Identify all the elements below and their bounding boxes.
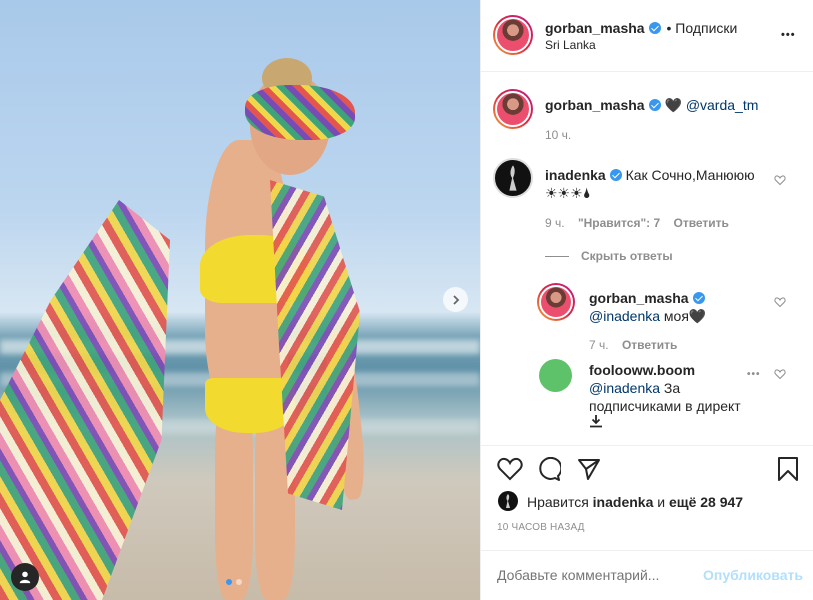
follow-separator: • — [666, 20, 672, 36]
post-side-panel: gorban_masha • Подписки Sri Lanka ••• go… — [480, 0, 813, 600]
verified-icon — [609, 169, 622, 181]
tagged-users-button[interactable] — [11, 563, 39, 591]
post-modal: gorban_masha • Подписки Sri Lanka ••• go… — [0, 0, 813, 600]
reply-meta: 7 ч. Ответить — [589, 338, 677, 352]
post-location[interactable]: Sri Lanka — [545, 38, 596, 52]
reply-2: foolooww.boom @inadenka За подписчиками … — [589, 361, 759, 415]
like-reply-icon[interactable] — [774, 296, 786, 308]
comment-likes[interactable]: "Нравится": 7 — [578, 216, 660, 230]
post-photo[interactable] — [0, 0, 480, 600]
reply-2-username[interactable]: foolooww.boom — [589, 362, 695, 378]
reply-button[interactable]: Ответить — [673, 216, 728, 230]
bookmark-icon[interactable] — [777, 457, 799, 481]
reply-avatar-2[interactable] — [539, 359, 572, 392]
likes-count[interactable]: ещё 28 947 — [669, 494, 743, 510]
reply-reply-button[interactable]: Ответить — [622, 338, 677, 352]
comment-icon[interactable] — [537, 457, 561, 481]
reply-time[interactable]: 7 ч. — [589, 338, 609, 352]
likes-summary: Нравится inadenka и ещё 28 947 — [527, 494, 743, 510]
author-username[interactable]: gorban_masha — [545, 20, 645, 36]
like-icon[interactable] — [497, 457, 523, 481]
likes-user[interactable]: inadenka — [593, 494, 654, 510]
hide-replies-button[interactable]: Скрыть ответы — [545, 249, 673, 263]
author-avatar[interactable] — [493, 15, 533, 55]
comment-time[interactable]: 9 ч. — [545, 216, 565, 230]
comment-text: Как Сочно,Манююю — [625, 167, 755, 183]
hide-replies-label: Скрыть ответы — [581, 249, 673, 263]
chevron-right-icon — [452, 294, 459, 305]
caption-avatar[interactable] — [493, 89, 533, 129]
caption-username[interactable]: gorban_masha — [545, 97, 645, 113]
reply-2-text: За — [660, 380, 681, 396]
like-comment-icon[interactable] — [774, 174, 786, 186]
reply-2-more-button[interactable]: ••• — [747, 369, 761, 380]
reply-username[interactable]: gorban_masha — [589, 290, 689, 306]
verified-icon — [648, 99, 661, 111]
verified-icon — [648, 22, 661, 34]
likes-prefix: Нравится — [527, 494, 589, 510]
add-comment-bar: Опубликовать — [481, 550, 813, 600]
comment-input[interactable] — [495, 566, 689, 584]
commenter-avatar[interactable] — [493, 158, 533, 198]
caption-time[interactable]: 10 ч. — [545, 128, 571, 142]
likes-middle: и — [657, 494, 666, 510]
reply-avatar[interactable] — [537, 283, 575, 321]
next-photo-button[interactable] — [443, 287, 468, 312]
publish-button[interactable]: Опубликовать — [703, 567, 803, 583]
caption-mention[interactable]: @varda_tm — [686, 97, 759, 113]
more-options-button[interactable]: ••• — [781, 29, 796, 41]
reply: gorban_masha @inadenka моя🖤 — [589, 289, 769, 325]
comment: inadenka Как Сочно,Манююю ☀☀☀🌢 — [545, 166, 765, 202]
action-bar — [481, 445, 813, 446]
liker-avatar[interactable] — [498, 491, 518, 511]
post-header: gorban_masha • Подписки Sri Lanka ••• — [481, 0, 813, 72]
reply-2-mention[interactable]: @inadenka — [589, 380, 660, 396]
caption: gorban_masha 🖤 @varda_tm — [545, 97, 758, 114]
reply-text: моя🖤 — [660, 308, 707, 324]
caption-emoji: 🖤 — [664, 97, 682, 113]
comment-meta: 9 ч. "Нравится": 7 Ответить — [545, 216, 729, 230]
comment-username[interactable]: inadenka — [545, 167, 606, 183]
carousel-indicator — [226, 579, 242, 585]
following-button[interactable]: Подписки — [675, 20, 737, 36]
reply-mention[interactable]: @inadenka — [589, 308, 660, 324]
download-icon[interactable] — [589, 414, 603, 428]
share-icon[interactable] — [577, 457, 601, 481]
user-icon — [19, 571, 31, 584]
verified-icon — [692, 292, 705, 304]
comment-text-line2: ☀☀☀🌢 — [545, 185, 592, 201]
post-timestamp[interactable]: 10 ЧАСОВ НАЗАД — [497, 522, 585, 533]
reply-2-text-line2: подписчиками в директ — [589, 398, 741, 414]
like-reply-2-icon[interactable] — [774, 368, 786, 380]
